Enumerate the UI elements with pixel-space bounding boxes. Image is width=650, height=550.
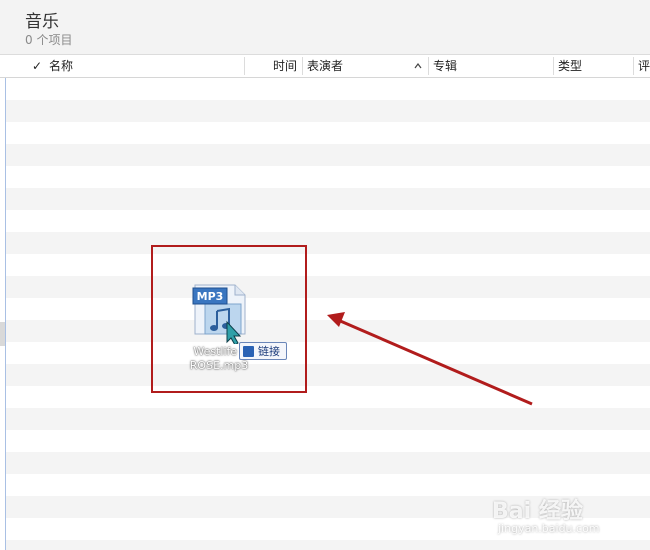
column-check[interactable]: ✓	[32, 55, 46, 77]
splitter-handle[interactable]	[0, 322, 5, 346]
empty-row	[6, 320, 650, 342]
watermark-url: jingyan.baidu.com	[498, 522, 600, 535]
empty-row	[6, 386, 650, 408]
watermark-logo: Bai 经验	[492, 499, 583, 524]
empty-row	[6, 408, 650, 430]
file-name-line2: ROSE.mp3	[189, 359, 249, 372]
column-separator[interactable]	[302, 57, 303, 75]
empty-row	[6, 540, 650, 550]
empty-row	[6, 210, 650, 232]
link-arrow-icon	[243, 346, 254, 357]
column-separator[interactable]	[553, 57, 554, 75]
empty-row	[6, 188, 650, 210]
column-separator[interactable]	[244, 57, 245, 75]
song-list[interactable]	[6, 78, 650, 550]
drop-hint-tooltip: 链接	[239, 342, 287, 360]
empty-row	[6, 342, 650, 364]
mp3-badge: MP3	[197, 290, 224, 303]
tooltip-label: 链接	[258, 345, 280, 358]
empty-row	[6, 78, 650, 100]
empty-row	[6, 364, 650, 386]
item-count: 0 个项目	[25, 33, 73, 47]
column-type[interactable]: 类型	[558, 55, 628, 77]
empty-row	[6, 100, 650, 122]
column-time[interactable]: 时间	[273, 55, 299, 77]
empty-row	[6, 232, 650, 254]
empty-row	[6, 298, 650, 320]
column-separator[interactable]	[633, 57, 634, 75]
empty-row	[6, 452, 650, 474]
column-artist[interactable]: 表演者	[307, 55, 367, 77]
dragged-file[interactable]: MP3 Westlife - ROSE.mp3	[185, 282, 255, 377]
column-rating[interactable]: 评	[638, 55, 650, 77]
column-name[interactable]: 名称	[49, 55, 239, 77]
sort-ascending-icon	[413, 55, 425, 77]
empty-row	[6, 144, 650, 166]
empty-row	[6, 254, 650, 276]
library-header: 音乐 0 个项目	[0, 0, 650, 55]
empty-row	[6, 122, 650, 144]
column-header-bar: ✓ 名称 时间 表演者 专辑 类型 评	[0, 55, 650, 78]
music-file-icon: MP3	[192, 284, 246, 346]
column-album[interactable]: 专辑	[433, 55, 543, 77]
column-separator[interactable]	[428, 57, 429, 75]
empty-row	[6, 166, 650, 188]
page-title: 音乐	[25, 12, 59, 32]
empty-row	[6, 430, 650, 452]
empty-row	[6, 276, 650, 298]
